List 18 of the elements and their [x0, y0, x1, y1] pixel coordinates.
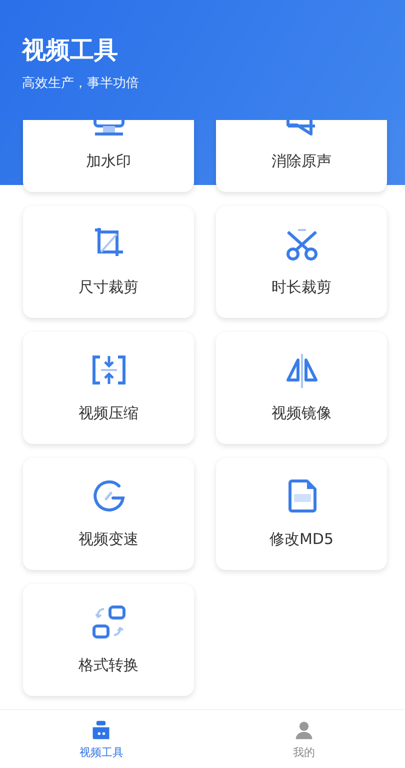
tab-item[interactable]: 视频工具 [0, 710, 202, 768]
tool-card[interactable]: 修改MD5 [216, 458, 387, 570]
page-subtitle: 高效生产，事半功倍 [22, 75, 140, 92]
page-title: 视频工具 [22, 35, 119, 66]
tool-card[interactable]: 视频变速 [23, 458, 194, 570]
tool-card[interactable]: 尺寸裁剪 [23, 206, 194, 318]
tool-card[interactable]: 加水印 [23, 120, 194, 192]
tab-item[interactable]: 我的 [202, 710, 405, 768]
mirror-icon [284, 352, 320, 388]
speedometer-icon [90, 478, 126, 514]
tool-card[interactable]: 消除原声 [216, 120, 387, 192]
camera-icon [90, 718, 112, 740]
tool-card[interactable]: 视频镜像 [216, 332, 387, 444]
scissors-icon [284, 226, 320, 262]
convert-icon [90, 604, 126, 640]
tool-card[interactable]: 时长裁剪 [216, 206, 387, 318]
tool-card[interactable]: 格式转换 [23, 584, 194, 696]
tool-card[interactable]: 视频压缩 [23, 332, 194, 444]
